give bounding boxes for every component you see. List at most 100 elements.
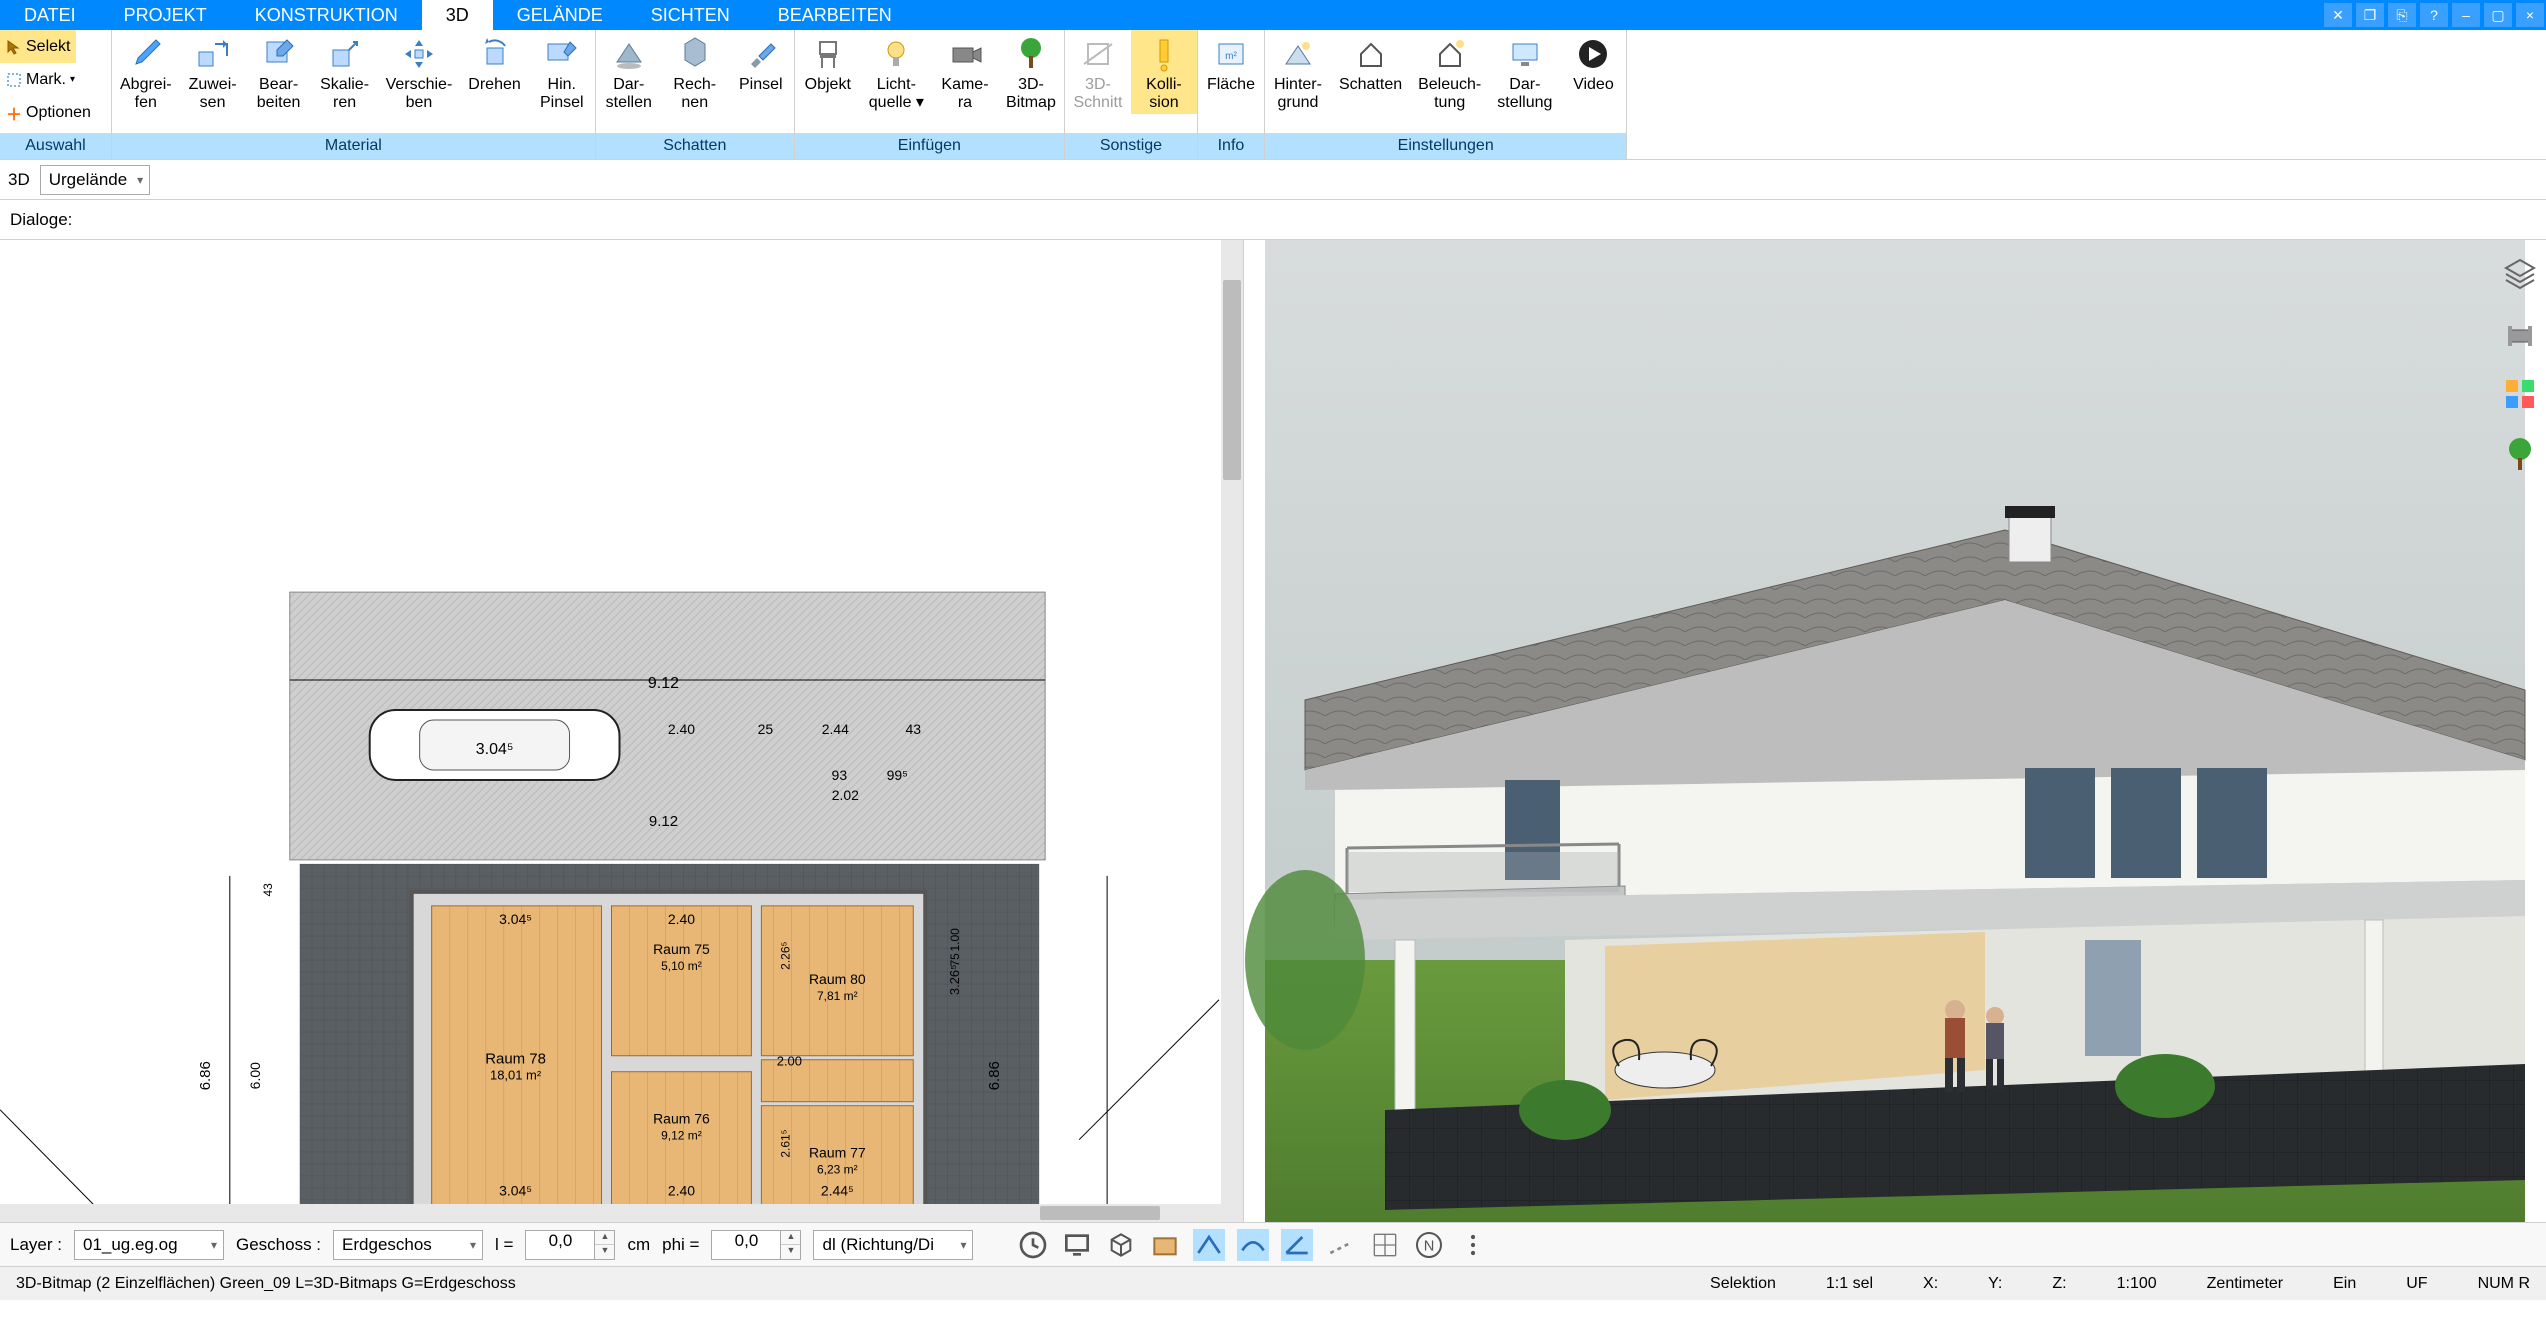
view2d-vscroll[interactable]	[1221, 240, 1243, 1222]
more-icon[interactable]	[1457, 1229, 1489, 1261]
phi-spinner[interactable]: ▲▼	[781, 1230, 801, 1260]
direction-value: dl (Richtung/Di	[822, 1235, 934, 1255]
3dschnitt-button[interactable]: 3D-Schnitt	[1065, 30, 1131, 114]
bearbeiten-button[interactable]: Bear-beiten	[246, 30, 312, 114]
dialoge-label: Dialoge:	[10, 210, 72, 230]
box-icon[interactable]	[1149, 1229, 1181, 1261]
kollision-button[interactable]: Kolli-sion	[1131, 30, 1197, 114]
help-icon[interactable]: ?	[2420, 3, 2448, 27]
snap-mid-icon[interactable]	[1237, 1229, 1269, 1261]
hinpinsel-button[interactable]: Hin.Pinsel	[529, 30, 595, 114]
kamera-button[interactable]: Kame-ra	[932, 30, 998, 114]
svg-text:3.04⁵: 3.04⁵	[499, 911, 532, 927]
svg-text:6.86: 6.86	[986, 1061, 1003, 1090]
cube-icon[interactable]	[1105, 1229, 1137, 1261]
select-button[interactable]: Selekt	[0, 30, 76, 63]
svg-text:3.26⁵: 3.26⁵	[947, 964, 962, 995]
clock-icon[interactable]	[1017, 1229, 1049, 1261]
tree3d-icon[interactable]	[2500, 434, 2540, 474]
menu-konstruktion[interactable]: KONSTRUKTION	[231, 0, 422, 30]
drehen-button[interactable]: Drehen	[460, 30, 528, 96]
view-3d[interactable]	[1244, 240, 2546, 1222]
darstellung-button[interactable]: Dar-stellung	[1489, 30, 1560, 114]
svg-text:2.44⁵: 2.44⁵	[821, 1183, 854, 1199]
svg-text:m²: m²	[1225, 51, 1237, 62]
layers-icon[interactable]	[2500, 254, 2540, 294]
grid-icon[interactable]	[1369, 1229, 1401, 1261]
view2d-hscroll[interactable]	[0, 1204, 1243, 1222]
palette-icon[interactable]	[2500, 374, 2540, 414]
mark-button[interactable]: Mark. ▾	[0, 63, 81, 96]
camera-icon	[945, 34, 985, 74]
3dbitmap-button[interactable]: 3D-Bitmap	[998, 30, 1064, 114]
house-light-icon	[1430, 34, 1470, 74]
abgreifen-button[interactable]: Abgrei-fen	[112, 30, 180, 114]
svg-text:Raum 78: Raum 78	[485, 1051, 546, 1068]
svg-text:9.12: 9.12	[649, 813, 678, 830]
layer-value: 01_ug.eg.og	[83, 1235, 178, 1255]
menu-sichten[interactable]: SICHTEN	[627, 0, 754, 30]
maximize-icon[interactable]: ▢	[2484, 3, 2512, 27]
geschoss-select[interactable]: Erdgeschos	[333, 1230, 483, 1260]
options-button[interactable]: ＋ Optionen	[0, 96, 97, 129]
darstellen-button[interactable]: Dar-stellen	[596, 30, 662, 114]
phi-label: phi =	[662, 1235, 699, 1255]
svg-text:93: 93	[832, 767, 848, 783]
group-label-auswahl: Auswahl	[0, 133, 111, 159]
menubar: DATEI PROJEKT KONSTRUKTION 3D GELÄNDE SI…	[0, 0, 2546, 30]
phi-input[interactable]: 0,0	[711, 1230, 781, 1260]
minimize-icon[interactable]: –	[2452, 3, 2480, 27]
tool-icon-2[interactable]: ❐	[2356, 3, 2384, 27]
terrain-select[interactable]: Urgelände	[40, 165, 150, 195]
pinsel-button[interactable]: Pinsel	[728, 30, 794, 96]
house-shadow-icon	[1351, 34, 1391, 74]
view-2d[interactable]: 9.12 3.04⁵ 2.40 25 2.44 43 93 99⁵ 2.02 9…	[0, 240, 1244, 1222]
layer-select[interactable]: 01_ug.eg.og	[74, 1230, 224, 1260]
furniture-icon[interactable]	[2500, 314, 2540, 354]
close-icon[interactable]: ×	[2516, 3, 2544, 27]
mode-3d-label: 3D	[8, 170, 30, 190]
snap-perp-icon[interactable]	[1281, 1229, 1313, 1261]
menu-bearbeiten[interactable]: BEARBEITEN	[754, 0, 916, 30]
rechnen-button[interactable]: Rech-nen	[662, 30, 728, 114]
svg-text:6,23 m²: 6,23 m²	[817, 1163, 858, 1177]
group-label-schatten: Schatten	[596, 133, 794, 159]
tree-icon	[1011, 34, 1051, 74]
menu-3d[interactable]: 3D	[422, 0, 493, 30]
snap-end-icon[interactable]	[1193, 1229, 1225, 1261]
beleuchtung-button[interactable]: Beleuch-tung	[1410, 30, 1489, 114]
l-input[interactable]: 0,0	[525, 1230, 595, 1260]
monitor-icon	[1505, 34, 1545, 74]
move-icon	[399, 34, 439, 74]
ribbon: Selekt Mark. ▾ ＋ Optionen Auswahl Abgrei…	[0, 30, 2546, 160]
light-icon	[876, 34, 916, 74]
verschieben-button[interactable]: Verschie-ben	[378, 30, 461, 114]
svg-text:5,10 m²: 5,10 m²	[661, 959, 702, 973]
hintergrund-button[interactable]: Hinter-grund	[1265, 30, 1331, 114]
menu-projekt[interactable]: PROJEKT	[100, 0, 231, 30]
menu-gelaende[interactable]: GELÄNDE	[493, 0, 627, 30]
svg-text:2.40: 2.40	[668, 911, 695, 927]
l-spinner[interactable]: ▲▼	[595, 1230, 615, 1260]
status-selcount: 1:1 sel	[1816, 1275, 1883, 1293]
view3d-side-tools	[2500, 254, 2540, 474]
monitor2-icon[interactable]	[1061, 1229, 1093, 1261]
direction-select[interactable]: dl (Richtung/Di	[813, 1230, 973, 1260]
skalieren-button[interactable]: Skalie-ren	[312, 30, 378, 114]
menu-datei[interactable]: DATEI	[0, 0, 100, 30]
geschoss-value: Erdgeschos	[342, 1235, 432, 1255]
video-button[interactable]: Video	[1560, 30, 1626, 96]
schatten-set-button[interactable]: Schatten	[1331, 30, 1410, 96]
tool-icon-1[interactable]: ✕	[2324, 3, 2352, 27]
dialoge-bar: Dialoge:	[0, 200, 2546, 240]
lichtquelle-button[interactable]: Licht-quelle ▾	[861, 30, 932, 114]
snap-ext-icon[interactable]	[1325, 1229, 1357, 1261]
status-ein: Ein	[2323, 1275, 2366, 1293]
north-icon[interactable]: N	[1413, 1229, 1445, 1261]
objekt-button[interactable]: Objekt	[795, 30, 861, 96]
flaeche-button[interactable]: m² Fläche	[1198, 30, 1264, 96]
ribbon-group-einstellungen: Hinter-grund Schatten Beleuch-tung Dar-s…	[1265, 30, 1627, 159]
zuweisen-button[interactable]: Zuwei-sen	[180, 30, 246, 114]
tool-icon-3[interactable]: ⎘	[2388, 3, 2416, 27]
status-z: Z:	[2042, 1275, 2076, 1293]
